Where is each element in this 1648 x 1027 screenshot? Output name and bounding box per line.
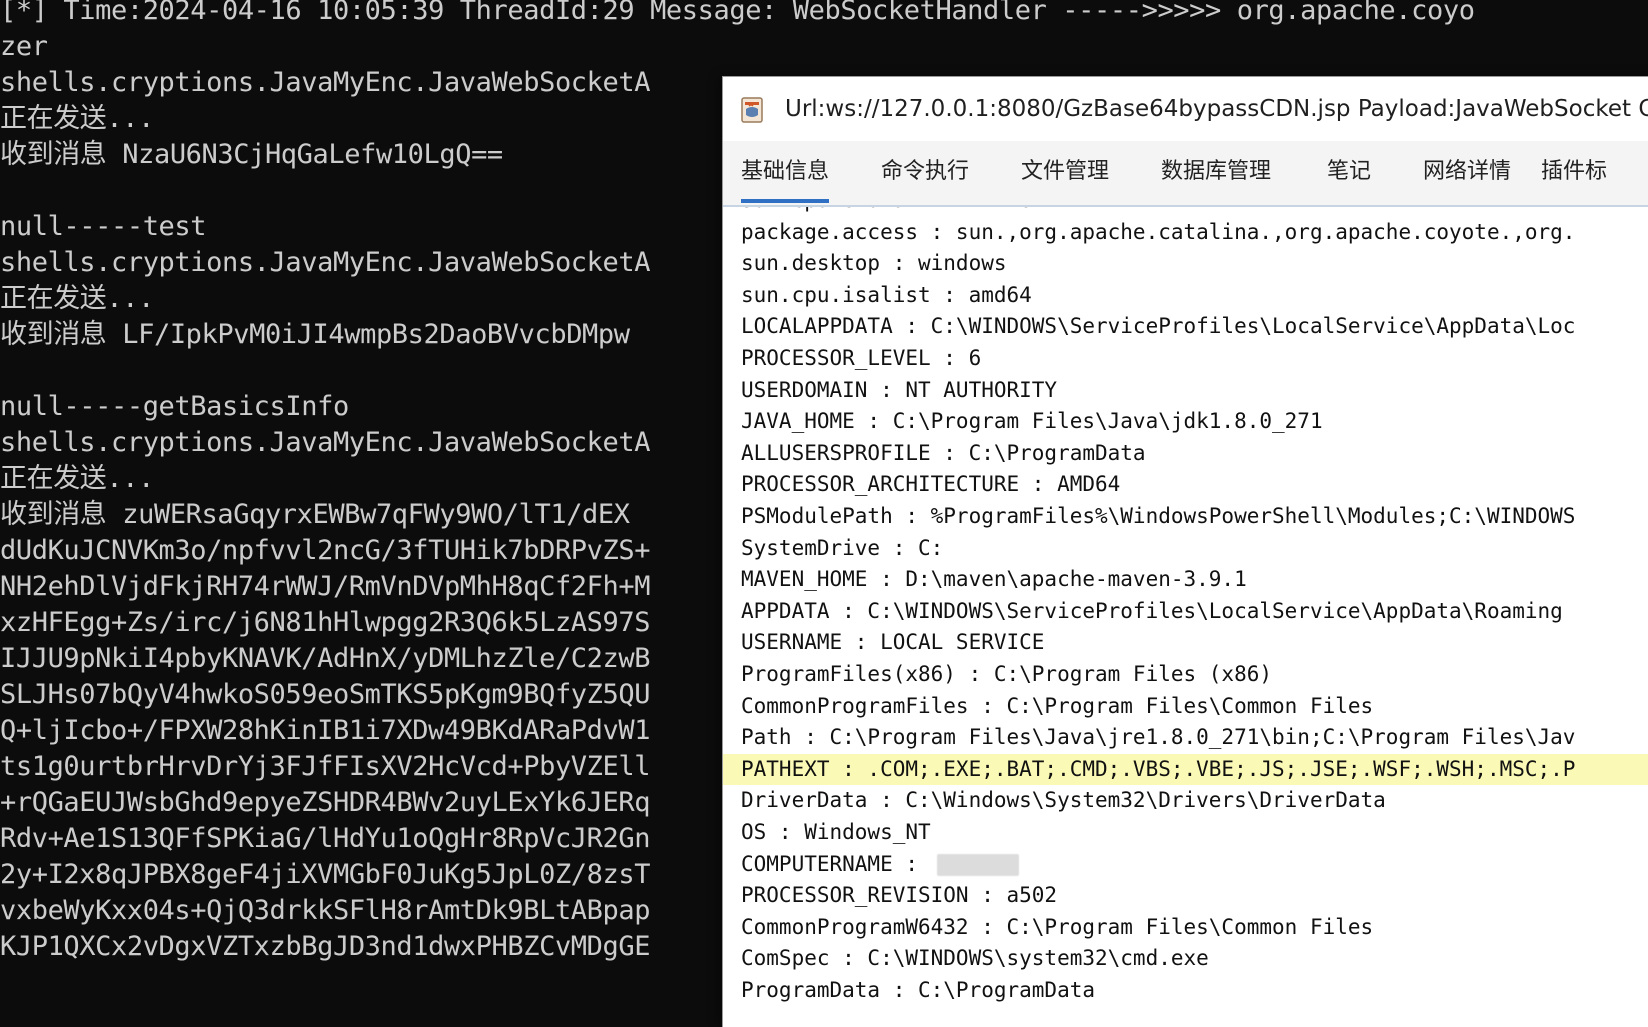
property-row[interactable]: PROCESSOR_ARCHITECTURE : AMD64 xyxy=(723,469,1648,501)
terminal-line: KJP1QXCx2vDgxVZTxzbBgJD3nd1dwxPHBZCvMDgG… xyxy=(0,931,651,962)
terminal-line: zer xyxy=(0,31,48,62)
property-text: PROCESSOR_REVISION : a502 xyxy=(741,883,1058,908)
property-row[interactable]: LOCALAPPDATA : C:\WINDOWS\ServiceProfile… xyxy=(723,311,1648,343)
window-title: Url:ws://127.0.0.1:8080/GzBase64bypassCD… xyxy=(785,96,1648,122)
property-text: ComSpec : C:\WINDOWS\system32\cmd.exe xyxy=(741,946,1209,971)
terminal-line: ts1g0urtbrHrvDrYj3FJfFIsXV2HcVcd+PbyVZEl… xyxy=(0,751,651,782)
property-text: CommonProgramW6432 : C:\Program Files\Co… xyxy=(741,914,1374,939)
property-row[interactable]: sun.cpu.isalist : amd64 xyxy=(723,280,1648,312)
property-text: APPDATA : C:\WINDOWS\ServiceProfiles\Loc… xyxy=(741,598,1563,623)
tab-file-manager[interactable]: 文件管理 xyxy=(1021,141,1109,203)
property-text: JAVA_HOME : C:\Program Files\Java\jdk1.8… xyxy=(741,409,1323,434)
terminal-line: NH2ehDlVjdFkjRH74rWWJ/RmVnDVpMhH8qCf2Fh+… xyxy=(0,571,651,602)
property-text: ALLUSERSPROFILE : C:\ProgramData xyxy=(741,440,1146,465)
terminal-line: vxbeWyKxx04s+QjQ3drkkSFlH8rAmtDk9BLtABpa… xyxy=(0,895,651,926)
property-text: SystemDrive : C: xyxy=(741,535,944,560)
property-text: ProgramData : C:\ProgramData xyxy=(741,978,1096,1002)
property-row[interactable]: CommonProgramFiles : C:\Program Files\Co… xyxy=(723,691,1648,723)
terminal-line: SLJHs07bQyV4hwkoS059eoSmTKS5pKgm9BQfyZ5Q… xyxy=(0,679,651,710)
property-text: OS : Windows_NT xyxy=(741,820,931,844)
terminal-line: 正在发送... xyxy=(0,283,154,314)
property-row[interactable]: MAVEN_HOME : D:\maven\apache-maven-3.9.1 xyxy=(723,564,1648,596)
property-text: package.access : sun.,org.apache.catalin… xyxy=(741,219,1576,244)
terminal-line: dUdKuJCNVKm3o/npfvvl2ncG/3fTUHik7bDRPvZS… xyxy=(0,535,651,566)
terminal-line: 2y+I2x8qJPBX8geF4jiXVMGbF0JuKg5JpL0Z/8zs… xyxy=(0,859,651,890)
shell-manager-window: Url:ws://127.0.0.1:8080/GzBase64bypassCD… xyxy=(722,76,1648,1027)
terminal-line: xzHFEgg+Zs/irc/j6N81hHlwpgg2R3Q6k5LzAS97… xyxy=(0,607,651,638)
terminal-line: null-----test xyxy=(0,211,207,242)
property-text: sun.desktop : windows xyxy=(741,251,1007,276)
property-text: DriverData : C:\Windows\System32\Drivers… xyxy=(741,788,1386,813)
property-text: Path : C:\Program Files\Java\jre1.8.0_27… xyxy=(741,725,1576,750)
property-text: PSModulePath : %ProgramFiles%\WindowsPow… xyxy=(741,504,1576,528)
tab-database-manager[interactable]: 数据库管理 xyxy=(1161,141,1271,203)
property-row[interactable]: USERDOMAIN : NT AUTHORITY xyxy=(723,375,1648,407)
terminal-line: [*] Time:2024-04-16 10:05:39 ThreadId:29… xyxy=(0,0,1475,26)
terminal-line: 正在发送... xyxy=(0,103,154,134)
basic-info-panel[interactable]: sun.cpu.endian : little package.access : … xyxy=(723,207,1648,1027)
property-row[interactable]: SystemDrive : C: xyxy=(723,533,1648,565)
property-text: PROCESSOR_ARCHITECTURE : AMD64 xyxy=(741,472,1121,497)
property-text: USERDOMAIN : NT AUTHORITY xyxy=(741,377,1058,402)
terminal-line: shells.cryptions.JavaMyEnc.JavaWebSocket… xyxy=(0,247,651,278)
property-text: USERNAME : LOCAL SERVICE xyxy=(741,630,1045,655)
property-text: LOCALAPPDATA : C:\WINDOWS\ServiceProfile… xyxy=(741,314,1576,339)
property-text: MAVEN_HOME : D:\maven\apache-maven-3.9.1 xyxy=(741,567,1247,592)
property-row[interactable]: OS : Windows_NT xyxy=(723,817,1648,849)
property-row[interactable]: CommonProgramW6432 : C:\Program Files\Co… xyxy=(723,912,1648,944)
property-row[interactable]: Path : C:\Program Files\Java\jre1.8.0_27… xyxy=(723,722,1648,754)
terminal-line: +rQGaEUJWsbGhd9epyeZSHDR4BWv2uyLExYk6JER… xyxy=(0,787,651,818)
terminal-line: 收到消息 zuWERsaGqyrxEWBw7qFWy9WO/lT1/dEX xyxy=(0,499,630,530)
property-row[interactable]: sun.cpu.endian : little xyxy=(723,207,1648,217)
property-row[interactable]: JAVA_HOME : C:\Program Files\Java\jdk1.8… xyxy=(723,406,1648,438)
property-row[interactable]: APPDATA : C:\WINDOWS\ServiceProfiles\Loc… xyxy=(723,596,1648,628)
tab-basic-info[interactable]: 基础信息 xyxy=(741,141,830,203)
property-row[interactable]: COMPUTERNAME : xyxy=(723,849,1648,881)
tab-command-exec[interactable]: 命令执行 xyxy=(881,141,969,203)
terminal-line: null-----getBasicsInfo xyxy=(0,391,349,422)
property-row[interactable]: ProgramData : C:\ProgramData xyxy=(723,975,1648,1007)
redacted-value xyxy=(936,853,1019,876)
property-text: COMPUTERNAME : xyxy=(741,851,931,876)
tab-plugins[interactable]: 插件标 xyxy=(1541,141,1607,203)
window-titlebar[interactable]: Url:ws://127.0.0.1:8080/GzBase64bypassCD… xyxy=(723,77,1648,141)
tab-notes[interactable]: 笔记 xyxy=(1327,141,1371,203)
property-text: CommonProgramFiles : C:\Program Files\Co… xyxy=(741,693,1374,718)
property-row[interactable]: DriverData : C:\Windows\System32\Drivers… xyxy=(723,785,1648,817)
property-row[interactable]: ComSpec : C:\WINDOWS\system32\cmd.exe xyxy=(723,943,1648,975)
property-text: ProgramFiles(x86) : C:\Program Files (x8… xyxy=(741,662,1273,686)
tab-bar: 基础信息 命令执行 文件管理 数据库管理 笔记 网络详情 插件标 xyxy=(723,141,1648,207)
property-row[interactable]: package.access : sun.,org.apache.catalin… xyxy=(723,217,1648,249)
terminal-line: Q+ljIcbo+/FPXW28hKinIB1i7XDw49BKdARaPdvW… xyxy=(0,715,651,746)
tab-network-details[interactable]: 网络详情 xyxy=(1423,141,1511,203)
terminal-line: 收到消息 LF/IpkPvM0iJI4wmpBs2DaoBVvcbDMpw xyxy=(0,319,630,350)
terminal-line: 收到消息 NzaU6N3CjHqGaLefw10LgQ== xyxy=(0,139,503,170)
property-row[interactable]: PROCESSOR_LEVEL : 6 xyxy=(723,343,1648,375)
property-text: sun.cpu.endian : little xyxy=(741,207,1032,212)
terminal-line: Rdv+Ae1S13QFfSPKiaG/lHdYu1oQgHr8RpVcJR2G… xyxy=(0,823,651,854)
property-row[interactable]: ALLUSERSPROFILE : C:\ProgramData xyxy=(723,438,1648,470)
property-row[interactable]: sun.desktop : windows xyxy=(723,248,1648,280)
property-text: PROCESSOR_LEVEL : 6 xyxy=(741,346,982,370)
property-row[interactable]: PSModulePath : %ProgramFiles%\WindowsPow… xyxy=(723,501,1648,533)
terminal-line: IJJU9pNkiI4pbyKNAVK/AdHnX/yDMLhzZle/C2zw… xyxy=(0,643,651,674)
jar-file-icon xyxy=(737,95,767,125)
terminal-line: shells.cryptions.JavaMyEnc.JavaWebSocket… xyxy=(0,67,651,98)
property-row[interactable]: PATHEXT : .COM;.EXE;.BAT;.CMD;.VBS;.VBE;… xyxy=(723,753,1648,786)
property-row[interactable]: USERNAME : LOCAL SERVICE xyxy=(723,627,1648,659)
terminal-line: shells.cryptions.JavaMyEnc.JavaWebSocket… xyxy=(0,427,651,458)
terminal-line: 正在发送... xyxy=(0,463,154,494)
property-text: sun.cpu.isalist : amd64 xyxy=(741,282,1032,307)
property-row[interactable]: ProgramFiles(x86) : C:\Program Files (x8… xyxy=(723,659,1648,691)
property-row[interactable]: PROCESSOR_REVISION : a502 xyxy=(723,880,1648,912)
property-text: PATHEXT : .COM;.EXE;.BAT;.CMD;.VBS;.VBE;… xyxy=(741,756,1576,781)
